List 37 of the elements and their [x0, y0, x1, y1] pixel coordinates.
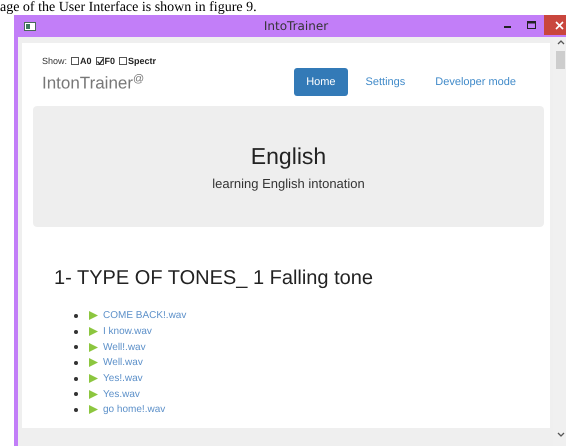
brand-logo: IntonTrainer$^{@}$ — [42, 73, 144, 95]
close-button[interactable] — [544, 15, 566, 35]
hero-subtitle: learning English intonation — [212, 176, 365, 190]
bullet-icon — [74, 345, 78, 350]
audio-file-link[interactable]: COME BACK!.wav — [103, 310, 186, 322]
bullet-icon — [74, 314, 78, 318]
section-heading: 1- TYPE OF TONES_ 1 Falling tone — [54, 267, 374, 290]
maximize-icon — [527, 21, 537, 29]
close-icon — [554, 20, 564, 30]
audio-file-link[interactable]: Well.wav — [103, 357, 143, 368]
audio-file-link[interactable]: Yes.wav — [103, 388, 140, 400]
bullet-icon — [74, 376, 78, 381]
nav-tab[interactable]: Developer mode — [423, 68, 528, 96]
scrollbar-thumb[interactable] — [556, 51, 565, 69]
checkbox-label: A0 — [80, 56, 92, 66]
audio-file-link[interactable]: Well!.wav — [103, 342, 146, 353]
checkbox[interactable] — [71, 57, 80, 65]
audio-file-link[interactable]: go home!.wav — [103, 404, 166, 416]
checkbox-label: F0 — [104, 56, 116, 66]
nav-tab[interactable]: Home — [294, 68, 348, 96]
hero-title: English — [250, 142, 326, 170]
checkbox[interactable] — [119, 57, 128, 65]
app-icon — [24, 22, 36, 30]
scroll-down-icon[interactable] — [556, 432, 564, 438]
bullet-icon — [74, 330, 78, 334]
bullet-icon — [74, 360, 78, 365]
caption-text: age of the User Interface is shown in figure 9. — [0, 0, 257, 15]
bullet-icon — [74, 408, 78, 412]
scroll-up-icon[interactable] — [556, 39, 564, 45]
nav-tab[interactable]: Settings — [354, 68, 418, 96]
window-title: IntoTrainer — [264, 19, 328, 33]
checkbox[interactable] — [96, 57, 104, 65]
bullet-icon — [74, 392, 78, 396]
show-label: Show: — [42, 56, 68, 66]
audio-file-link[interactable]: Yes!.wav — [103, 373, 143, 384]
audio-file-link[interactable]: I know.wav — [103, 326, 152, 338]
checkbox-label: Spectr — [128, 56, 156, 66]
